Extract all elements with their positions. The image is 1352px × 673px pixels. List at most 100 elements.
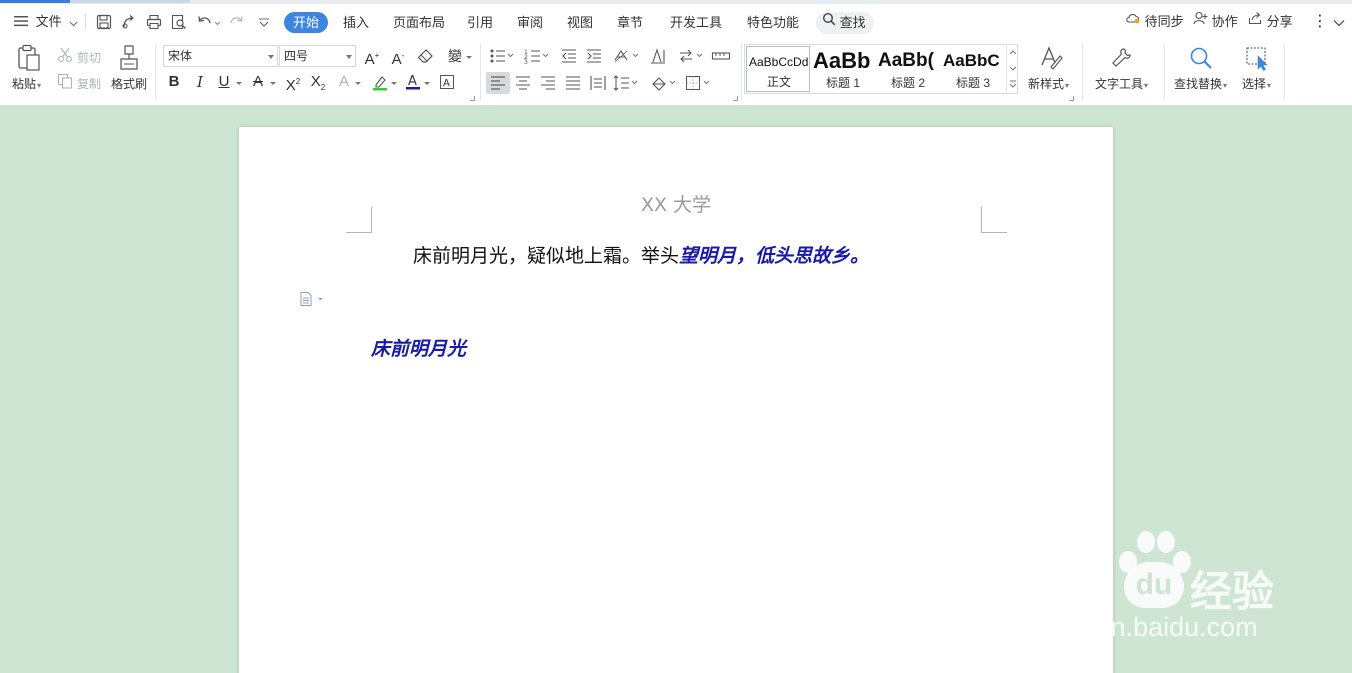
styles-dialog-launcher-icon[interactable] [1069, 96, 1074, 101]
new-style-label: 新样式 [1028, 77, 1065, 91]
page-header[interactable]: XX 大学 [239, 190, 1113, 217]
print-preview-icon[interactable] [171, 14, 187, 30]
increase-indent-icon[interactable] [586, 48, 602, 69]
redo-icon[interactable] [229, 14, 245, 30]
ribbon-separator [1082, 44, 1083, 100]
decrease-indent-icon[interactable] [561, 48, 577, 69]
shading-icon[interactable] [650, 75, 678, 96]
style-heading-3[interactable]: AaBbC 标题 3 [941, 46, 1005, 92]
bold-icon[interactable]: B [166, 73, 182, 91]
text-tools-icon[interactable] [1110, 46, 1134, 75]
tab-view[interactable]: 视图 [565, 12, 595, 33]
undo-icon[interactable] [196, 14, 222, 30]
ribbon-separator [155, 44, 156, 100]
tab-references[interactable]: 引用 [465, 12, 495, 33]
decrease-font-size-icon[interactable]: A- [389, 47, 407, 69]
font-size-value: 四号 [284, 49, 309, 63]
paragraph-plain-text: 床前明月光，疑似地上霜。举头 [413, 245, 680, 267]
search-button[interactable]: 查找 [816, 12, 874, 34]
file-menu[interactable]: 文件 [14, 4, 78, 40]
line-spacing-icon[interactable] [613, 75, 641, 96]
sort-icon[interactable] [678, 48, 706, 69]
underline-icon[interactable]: U [216, 73, 232, 91]
sync-label: 待同步 [1144, 14, 1184, 29]
font-name-value: 宋体 [168, 49, 193, 63]
copy-icon[interactable] [57, 73, 73, 94]
align-right-icon[interactable] [540, 75, 556, 96]
superscript-icon[interactable]: X2 [283, 73, 303, 95]
tab-page-layout[interactable]: 页面布局 [391, 12, 447, 33]
copy-label[interactable]: 复制 [77, 75, 101, 92]
paste-icon[interactable] [16, 44, 42, 77]
paragraph-dialog-launcher-icon[interactable] [733, 96, 738, 101]
chevron-down-icon[interactable] [391, 82, 397, 85]
chevron-down-icon[interactable] [466, 56, 472, 59]
document-page[interactable]: XX 大学 床前明月光，疑似地上霜。举头望明月，低头思故乡。 床前明月光 [239, 127, 1113, 673]
paste-button[interactable]: 粘贴▾ [12, 75, 41, 92]
collapse-ribbon-icon[interactable] [1333, 4, 1345, 40]
character-border-icon[interactable]: A [439, 74, 455, 95]
document-tab-indicator [70, 0, 190, 3]
font-size-combo[interactable]: 四号 [279, 45, 356, 67]
font-color-icon[interactable]: A [405, 73, 421, 96]
font-dialog-launcher-icon[interactable] [470, 96, 475, 101]
borders-icon[interactable] [685, 75, 713, 96]
numbered-list-icon[interactable]: 123 [524, 48, 550, 69]
align-left-button[interactable] [486, 72, 510, 94]
distributed-align-icon[interactable] [590, 75, 606, 96]
chevron-down-icon[interactable] [424, 82, 430, 85]
select-button[interactable]: 选择▾ [1242, 75, 1271, 92]
print-icon[interactable] [146, 14, 162, 30]
document-paragraph-2[interactable]: 床前明月光 [371, 334, 466, 361]
phonetic-guide-icon[interactable]: 變 [445, 47, 465, 65]
collaborate-button[interactable]: 协作 [1193, 4, 1238, 40]
find-replace-icon[interactable] [1188, 46, 1214, 77]
cut-label[interactable]: 剪切 [77, 49, 101, 66]
select-icon[interactable] [1245, 45, 1271, 76]
tab-special-features[interactable]: 特色功能 [745, 12, 801, 33]
active-tab-indicator [0, 0, 70, 3]
new-style-icon[interactable] [1037, 45, 1063, 76]
increase-font-size-icon[interactable]: A+ [363, 47, 381, 69]
document-paragraph-1[interactable]: 床前明月光，疑似地上霜。举头望明月，低头思故乡。 [413, 241, 869, 268]
chinese-layout-icon[interactable] [613, 48, 641, 69]
subscript-icon[interactable]: X2 [308, 73, 328, 97]
chevron-down-icon[interactable] [270, 82, 276, 85]
format-painter-label[interactable]: 格式刷 [111, 75, 147, 92]
more-options-icon[interactable]: ⋮ [1312, 4, 1328, 40]
style-heading-2[interactable]: AaBb( 标题 2 [876, 46, 940, 92]
tab-review[interactable]: 审阅 [515, 12, 545, 33]
cut-icon[interactable] [57, 47, 73, 68]
chevron-down-icon[interactable] [236, 82, 242, 85]
align-center-icon[interactable] [515, 75, 531, 96]
save-icon[interactable] [96, 14, 112, 30]
tab-insert[interactable]: 插入 [341, 12, 371, 33]
tab-section[interactable]: 章节 [615, 12, 645, 33]
style-normal[interactable]: AaBbCcDd 正文 [746, 46, 810, 92]
tab-developer[interactable]: 开发工具 [668, 12, 724, 33]
text-tools-button[interactable]: 文字工具▾ [1095, 75, 1148, 92]
justify-icon[interactable] [565, 75, 581, 96]
export-icon[interactable] [121, 14, 137, 30]
style-preview: AaBbC [943, 51, 1000, 70]
strikethrough-icon[interactable]: A [250, 73, 266, 91]
format-painter-icon[interactable] [117, 44, 141, 77]
italic-icon[interactable]: I [192, 73, 208, 91]
show-marks-icon[interactable] [711, 48, 731, 69]
text-direction-icon[interactable] [650, 48, 666, 69]
style-heading-1[interactable]: AaBb 标题 1 [811, 46, 875, 92]
new-style-button[interactable]: 新样式▾ [1028, 75, 1069, 92]
quick-access-dropdown-icon[interactable] [256, 14, 272, 30]
paragraph-layout-icon[interactable] [299, 291, 327, 312]
styles-scroll[interactable] [1006, 45, 1018, 93]
text-effect-icon[interactable]: A [336, 73, 352, 91]
highlight-icon[interactable] [372, 74, 388, 96]
tab-home[interactable]: 开始 [284, 12, 329, 33]
chevron-down-icon[interactable] [355, 82, 361, 85]
font-name-combo[interactable]: 宋体 [163, 45, 278, 67]
sync-button[interactable]: 待同步 [1125, 4, 1184, 40]
find-replace-button[interactable]: 查找替换▾ [1174, 75, 1227, 92]
share-button[interactable]: 分享 [1248, 4, 1293, 40]
clear-formatting-icon[interactable] [417, 48, 434, 69]
bullet-list-icon[interactable] [489, 48, 515, 69]
